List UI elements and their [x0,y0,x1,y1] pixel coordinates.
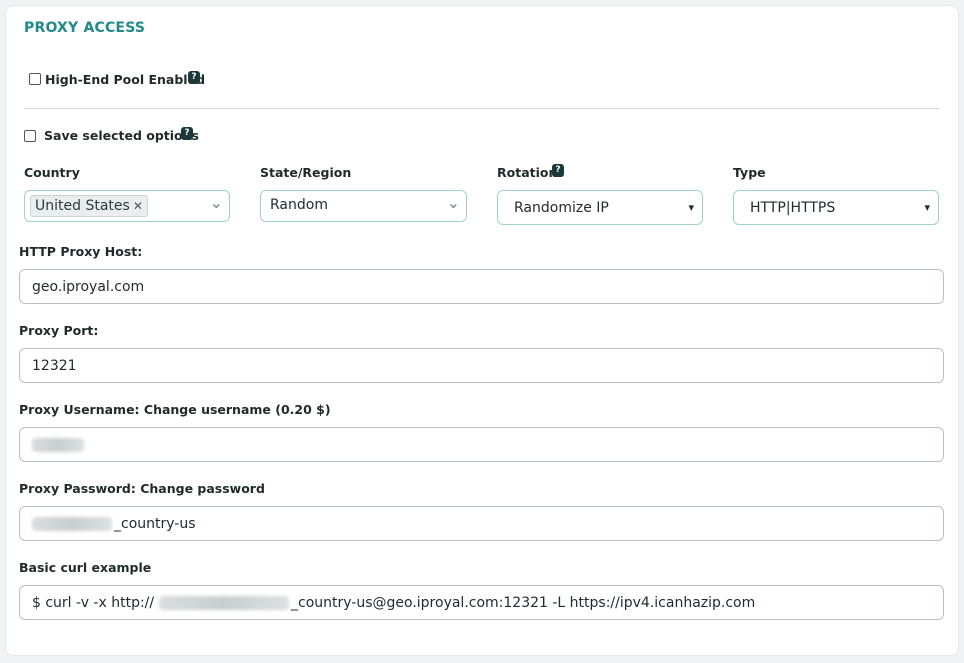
rotation-select[interactable]: Randomize IP ▾ [497,190,703,225]
host-value: geo.iproyal.com [32,279,145,295]
save-options-help-icon[interactable]: ? [181,127,193,140]
password-field[interactable]: _country-us [19,506,944,541]
state-region-label: State/Region [260,165,352,180]
redacted-username [32,438,84,452]
country-chip-label: United States [35,198,130,214]
chevron-down-icon[interactable]: ⌄ [210,193,223,212]
high-end-pool-label: High-End Pool Enabled [45,72,206,87]
remove-country-icon[interactable]: ✕ [133,199,143,213]
curl-label: Basic curl example [19,560,152,575]
curl-suffix: _country-us@geo.iproyal.com:12321 -L htt… [291,595,756,611]
proxy-access-card [5,5,959,656]
password-suffix: _country-us [114,516,196,532]
section-title: PROXY ACCESS [24,20,146,36]
port-value: 12321 [32,358,77,374]
host-label: HTTP Proxy Host: [19,244,143,259]
port-field[interactable]: 12321 [19,348,944,383]
redacted-password [32,517,112,531]
username-label: Proxy Username: Change username (0.20 $) [19,402,331,417]
country-chip: United States ✕ [30,195,148,217]
curl-prefix: $ curl -v -x http:// [32,595,155,611]
save-options-checkbox[interactable] [24,130,36,142]
section-divider [24,108,939,109]
state-region-value: Random [270,197,328,213]
type-select[interactable]: HTTP|HTTPS ▾ [733,190,939,225]
select-arrow-icon[interactable]: ▾ [924,201,930,214]
host-field[interactable]: geo.iproyal.com [19,269,944,304]
username-field[interactable] [19,427,944,462]
rotation-label: Rotation [497,165,558,180]
country-label: Country [24,165,80,180]
password-label: Proxy Password: Change password [19,481,265,496]
rotation-help-icon[interactable]: ? [552,164,564,177]
state-region-select[interactable]: Random ⌄ [260,190,467,222]
rotation-value: Randomize IP [514,200,609,216]
port-label: Proxy Port: [19,323,99,338]
high-end-pool-checkbox[interactable] [29,73,41,85]
type-label: Type [733,165,766,180]
select-arrow-icon[interactable]: ▾ [688,201,694,214]
redacted-credentials [159,596,289,610]
type-value: HTTP|HTTPS [750,200,836,216]
country-select[interactable]: United States ✕ ⌄ [24,190,230,222]
curl-field[interactable]: $ curl -v -x http:// _country-us@geo.ipr… [19,585,944,620]
save-options-label: Save selected options [44,128,199,143]
chevron-down-icon[interactable]: ⌄ [447,193,460,212]
high-end-pool-help-icon[interactable]: ? [188,71,200,84]
